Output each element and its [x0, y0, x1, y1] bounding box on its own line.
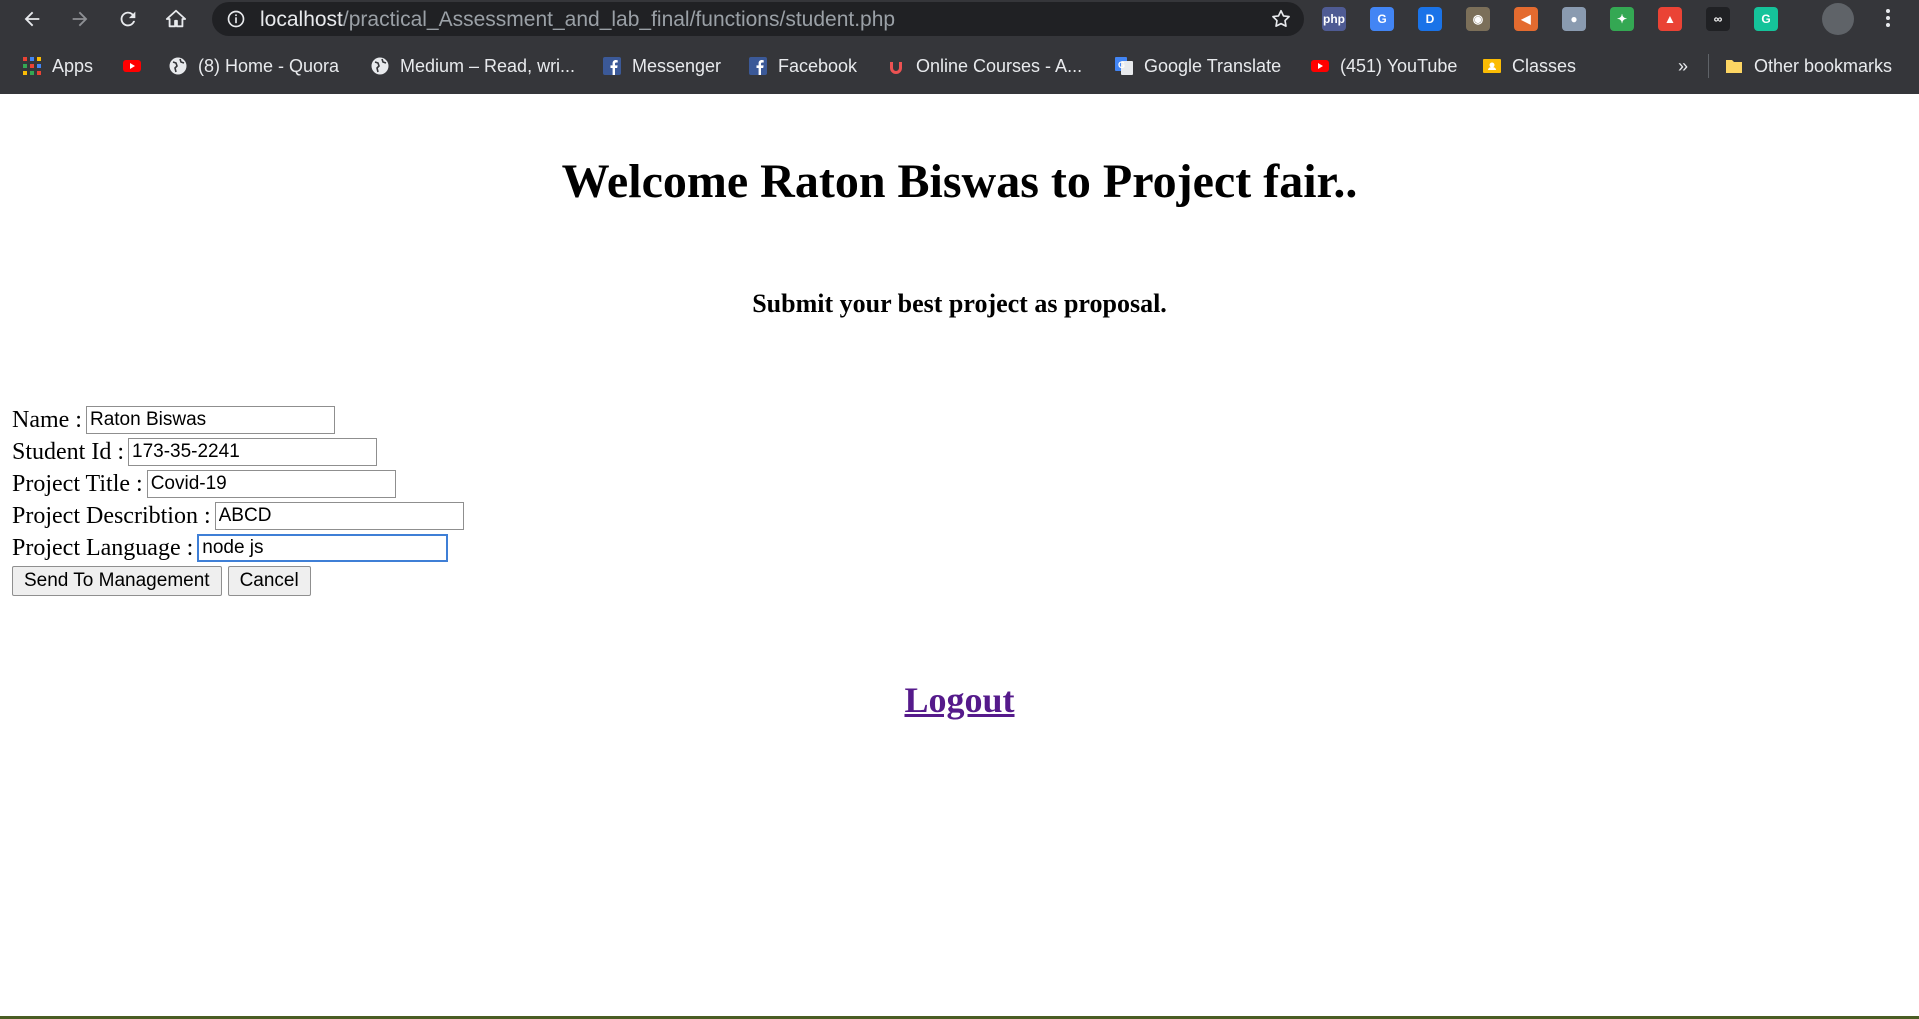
url-host: localhost — [260, 8, 343, 31]
apps-grid-icon — [22, 56, 52, 76]
bookmark-label: Medium – Read, wri... — [400, 55, 576, 76]
back-arrow-icon — [24, 11, 40, 27]
project-title-input[interactable] — [146, 470, 396, 498]
youtube-icon — [1310, 56, 1340, 76]
project-title-label: Project Title : — [12, 470, 143, 497]
reload-icon — [120, 11, 136, 27]
reload-button[interactable] — [112, 4, 144, 34]
home-button[interactable] — [160, 4, 192, 34]
bookmark-2[interactable]: (8) Home - Quora — [168, 52, 339, 80]
globe-icon — [370, 56, 400, 76]
megaphone-ext-icon[interactable]: ◀ — [1514, 7, 1538, 31]
back-button[interactable] — [16, 4, 48, 34]
subtitle-heading: Submit your best project as proposal. — [752, 289, 1167, 318]
bookmark-4[interactable]: Messenger — [602, 52, 721, 80]
infinity-ext-icon[interactable]: ∞ — [1706, 7, 1730, 31]
menu-kebab-icon[interactable] — [1876, 6, 1900, 30]
name-input[interactable] — [85, 406, 335, 434]
php-icon[interactable]: php — [1322, 7, 1346, 31]
bookmark-label: Facebook — [778, 55, 858, 76]
name-row: Name : — [12, 404, 335, 436]
project-description-row: Project Describtion : — [12, 500, 464, 532]
bookmark-6[interactable]: Online Courses - A... — [886, 52, 1082, 80]
grammarly-ext-icon[interactable]: G — [1754, 7, 1778, 31]
project-language-label: Project Language : — [12, 534, 194, 561]
forward-button[interactable] — [64, 4, 96, 34]
bookmark-9[interactable]: Classes — [1482, 52, 1576, 80]
browser-chrome: localhost/practical_Assessment_and_lab_f… — [0, 0, 1919, 94]
bookmark-label: Apps — [52, 55, 94, 76]
other-bookmarks-folder[interactable]: Other bookmarks — [1724, 52, 1892, 80]
bookmark-7[interactable]: G Google Translate — [1114, 52, 1281, 80]
bookmark-3[interactable]: Medium – Read, wri... — [370, 52, 575, 80]
home-icon — [165, 9, 187, 28]
send-to-management-button[interactable]: Send To Management — [12, 566, 222, 596]
google-translate-icon: G — [1114, 56, 1144, 76]
info-icon[interactable] — [226, 9, 246, 29]
student-id-input[interactable] — [128, 438, 377, 466]
google-translate-ext-icon[interactable]: G — [1370, 7, 1394, 31]
bookmark-5[interactable]: Facebook — [748, 52, 857, 80]
name-label: Name : — [12, 406, 82, 433]
other-bookmarks-label: Other bookmarks — [1754, 55, 1893, 76]
d-ext-icon[interactable]: D — [1418, 7, 1442, 31]
bookmark-label: Google Translate — [1144, 55, 1282, 76]
project-language-input[interactable] — [197, 534, 449, 562]
welcome-heading: Welcome Raton Biswas to Project fair.. — [561, 155, 1358, 208]
bookmarks-overflow-button[interactable]: » — [1678, 52, 1688, 80]
bookmarks-bar: Apps (8) Home - Quora Medium – Read, wri..… — [0, 46, 1919, 86]
browser-toolbar: localhost/practical_Assessment_and_lab_f… — [0, 0, 1919, 38]
youtube-icon — [122, 56, 152, 76]
page-content: Welcome Raton Biswas to Project fair.. S… — [0, 94, 1919, 1019]
student-id-row: Student Id : — [12, 436, 377, 468]
url-text: localhost/practical_Assessment_and_lab_f… — [260, 8, 895, 32]
lighthouse-ext-icon[interactable]: ▲ — [1658, 7, 1682, 31]
bookmark-label: (451) YouTube — [1340, 55, 1458, 76]
bookmark-label: Online Courses - A... — [916, 55, 1083, 76]
facebook-icon — [748, 56, 778, 76]
colorful-ext-icon[interactable]: ✦ — [1610, 7, 1634, 31]
project-description-input[interactable] — [214, 502, 464, 530]
bookmark-label: Classes — [1512, 55, 1577, 76]
udemy-icon — [886, 56, 916, 76]
circle-ext-icon[interactable]: ● — [1562, 7, 1586, 31]
bookmark-star-icon[interactable] — [1270, 8, 1292, 30]
project-description-label: Project Describtion : — [12, 502, 211, 529]
bookmarks-separator — [1708, 54, 1709, 78]
logout-heading: Logout — [0, 679, 1919, 721]
classroom-icon — [1482, 56, 1512, 76]
cancel-button[interactable]: Cancel — [227, 566, 311, 596]
address-bar[interactable]: localhost/practical_Assessment_and_lab_f… — [212, 2, 1304, 36]
form-buttons-row: Send To Management Cancel — [12, 565, 317, 597]
project-title-row: Project Title : — [12, 468, 396, 500]
bookmark-8[interactable]: (451) YouTube — [1310, 52, 1457, 80]
bookmark-1[interactable] — [122, 52, 152, 80]
project-language-row: Project Language : — [12, 532, 449, 564]
bookmark-label: Messenger — [632, 55, 722, 76]
bookmark-label: (8) Home - Quora — [198, 55, 340, 76]
globe-icon — [168, 56, 198, 76]
overflow-chevron-icon: » — [1678, 55, 1689, 76]
eyes-ext-icon[interactable]: ◉ — [1466, 7, 1490, 31]
bookmark-0[interactable]: Apps — [22, 52, 93, 80]
facebook-icon — [602, 56, 632, 76]
student-id-label: Student Id : — [12, 438, 124, 465]
folder-icon — [1726, 60, 1742, 73]
logout-link[interactable]: Logout — [904, 680, 1014, 720]
forward-arrow-icon — [72, 11, 88, 27]
svg-text:G: G — [1118, 60, 1125, 70]
profile-avatar[interactable] — [1822, 3, 1854, 35]
url-path: /practical_Assessment_and_lab_final/func… — [342, 8, 896, 31]
